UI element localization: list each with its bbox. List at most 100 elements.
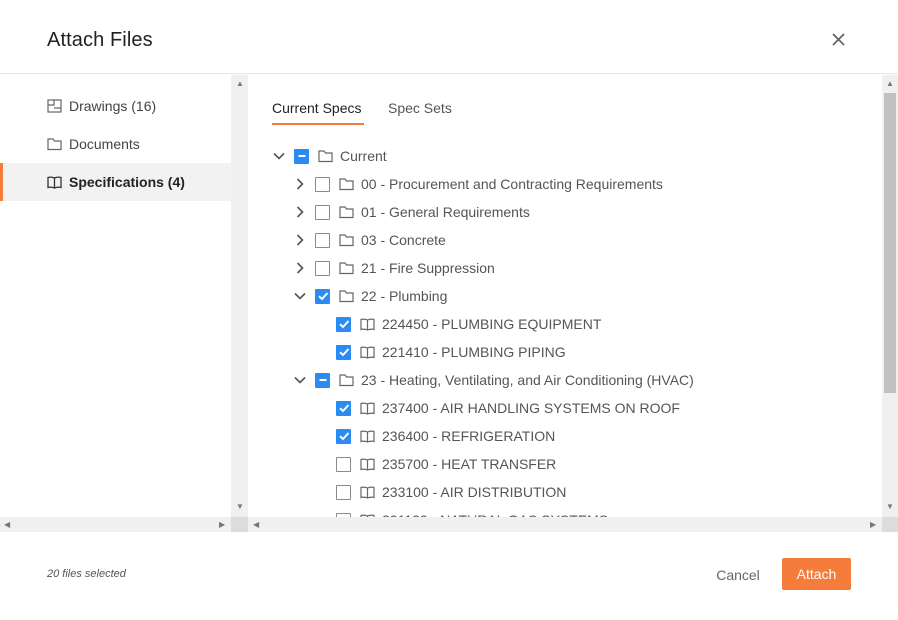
sidebar-item-label: Specifications (4) (69, 174, 185, 190)
tab-current-specs[interactable]: Current Specs (272, 100, 361, 124)
chevron-right-icon[interactable] (293, 261, 307, 275)
tree-folder-row[interactable]: 00 - Procurement and Contracting Require… (293, 170, 663, 198)
chevron-right-icon[interactable] (293, 233, 307, 247)
chevron-down-icon[interactable] (293, 289, 307, 303)
tree-item-label: 23 - Heating, Ventilating, and Air Condi… (361, 372, 694, 388)
checkbox[interactable] (315, 232, 330, 248)
book-icon (360, 458, 375, 471)
checkmark-icon (338, 432, 349, 441)
book-icon (360, 486, 375, 499)
tree-spec-row[interactable]: 236400 - REFRIGERATION (336, 422, 555, 450)
folder-icon (339, 374, 354, 387)
scroll-down-arrow-icon[interactable]: ▼ (886, 503, 894, 511)
tree-folder-row[interactable]: 01 - General Requirements (293, 198, 530, 226)
tree-spec-row[interactable]: 235700 - HEAT TRANSFER (336, 450, 556, 478)
close-icon (832, 33, 845, 46)
selection-count: 20 files selected (47, 568, 126, 580)
tree-item-label: 22 - Plumbing (361, 288, 448, 304)
tree-folder-row[interactable]: 03 - Concrete (293, 226, 446, 254)
checkbox[interactable] (336, 400, 351, 416)
checkbox[interactable] (336, 456, 351, 472)
tab-spec-sets[interactable]: Spec Sets (388, 100, 452, 124)
close-button[interactable] (828, 29, 850, 51)
cancel-button[interactable]: Cancel (706, 560, 770, 590)
checkbox[interactable] (315, 260, 330, 276)
tree-item-label: 01 - General Requirements (361, 204, 530, 220)
scroll-right-arrow-icon[interactable]: ▶ (870, 521, 876, 529)
tree-item-label: 233100 - AIR DISTRIBUTION (382, 484, 567, 500)
indeterminate-icon (298, 155, 305, 157)
tree-spec-row[interactable]: 233100 - AIR DISTRIBUTION (336, 478, 566, 506)
scroll-left-arrow-icon[interactable]: ◀ (253, 521, 259, 529)
tree-folder-row[interactable]: 23 - Heating, Ventilating, and Air Condi… (293, 366, 694, 394)
chevron-right-icon[interactable] (293, 205, 307, 219)
sidebar-item-specifications[interactable]: Specifications (4) (0, 163, 231, 201)
checkbox[interactable] (294, 148, 309, 164)
tree-folder-row[interactable]: Current (272, 142, 387, 170)
scroll-left-arrow-icon[interactable]: ◀ (4, 521, 10, 529)
book-icon (360, 318, 375, 331)
book-icon (47, 176, 62, 189)
checkbox[interactable] (336, 316, 351, 332)
checkbox[interactable] (336, 344, 351, 360)
sidebar-vertical-scrollbar[interactable]: ▲ ▼ (231, 75, 248, 517)
book-icon (360, 430, 375, 443)
checkmark-icon (338, 348, 349, 357)
tree-item-label: 224450 - PLUMBING EQUIPMENT (382, 316, 602, 332)
checkmark-icon (317, 292, 328, 301)
spec-panel: Current Specs Spec Sets Current 00 - Proc… (248, 75, 882, 517)
tree-folder-row[interactable]: 21 - Fire Suppression (293, 254, 495, 282)
checkbox[interactable] (315, 176, 330, 192)
sidebar: Drawings (16) Documents Specifications (… (0, 75, 231, 517)
checkbox[interactable] (336, 484, 351, 500)
scroll-up-arrow-icon[interactable]: ▲ (236, 80, 244, 88)
folder-icon (339, 178, 354, 191)
folder-icon (339, 206, 354, 219)
sidebar-item-label: Drawings (16) (69, 98, 157, 114)
chevron-down-icon[interactable] (272, 149, 286, 163)
drawing-icon (47, 99, 62, 113)
tree-horizontal-scrollbar[interactable]: ◀ ▶ (248, 517, 882, 532)
sidebar-horizontal-scrollbar[interactable]: ◀ ▶ (0, 517, 231, 532)
scrollbar-thumb[interactable] (884, 93, 896, 393)
dialog-header: Attach Files (0, 0, 898, 74)
checkbox[interactable] (336, 428, 351, 444)
tree-item-label: 00 - Procurement and Contracting Require… (361, 176, 663, 192)
tree-item-label: 21 - Fire Suppression (361, 260, 495, 276)
tree-item-label: 03 - Concrete (361, 232, 446, 248)
tree-item-label: 221410 - PLUMBING PIPING (382, 344, 566, 360)
sidebar-item-documents[interactable]: Documents (0, 125, 231, 163)
folder-icon (339, 290, 354, 303)
tree-spec-row[interactable]: 224450 - PLUMBING EQUIPMENT (336, 310, 601, 338)
tree-spec-row[interactable]: 237400 - AIR HANDLING SYSTEMS ON ROOF (336, 394, 680, 422)
indeterminate-icon (319, 379, 326, 381)
checkmark-icon (338, 320, 349, 329)
attach-button[interactable]: Attach (782, 558, 851, 590)
scroll-down-arrow-icon[interactable]: ▼ (236, 503, 244, 511)
chevron-right-icon[interactable] (293, 177, 307, 191)
dialog-title: Attach Files (47, 29, 153, 51)
tree-spec-row[interactable]: 231123 - NATURAL GAS SYSTEMS (336, 506, 608, 517)
tree-folder-row[interactable]: 22 - Plumbing (293, 282, 447, 310)
book-icon (360, 402, 375, 415)
scrollbar-corner (231, 517, 248, 532)
checkbox[interactable] (315, 372, 330, 388)
checkmark-icon (338, 404, 349, 413)
checkbox[interactable] (315, 288, 330, 304)
scrollbar-corner (882, 517, 898, 532)
checkbox[interactable] (315, 204, 330, 220)
tree-item-label: Current (340, 148, 387, 164)
scroll-up-arrow-icon[interactable]: ▲ (886, 80, 894, 88)
folder-icon (47, 138, 62, 151)
active-tab-indicator (272, 123, 364, 125)
tree-item-label: 235700 - HEAT TRANSFER (382, 456, 557, 472)
sidebar-item-drawings[interactable]: Drawings (16) (0, 87, 231, 125)
folder-icon (339, 262, 354, 275)
sidebar-item-label: Documents (69, 136, 140, 152)
tree-spec-row[interactable]: 221410 - PLUMBING PIPING (336, 338, 566, 366)
tree-item-label: 237400 - AIR HANDLING SYSTEMS ON ROOF (382, 400, 680, 416)
scroll-right-arrow-icon[interactable]: ▶ (219, 521, 225, 529)
chevron-down-icon[interactable] (293, 373, 307, 387)
folder-icon (339, 234, 354, 247)
tree-item-label: 236400 - REFRIGERATION (382, 428, 556, 444)
